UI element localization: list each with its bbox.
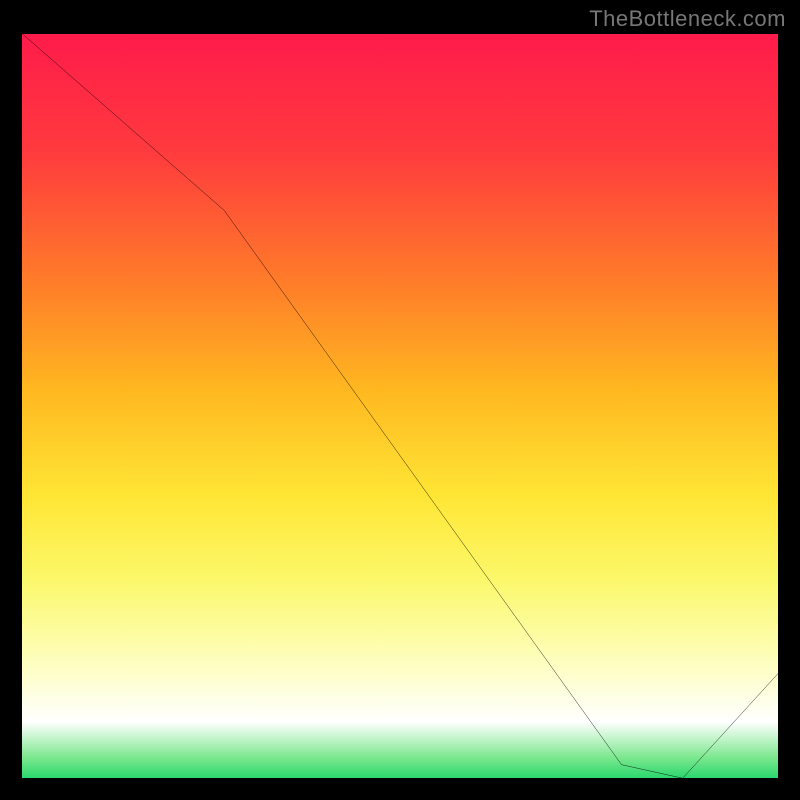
chart-stage: TheBottleneck.com (0, 0, 800, 800)
plot-area (18, 30, 782, 782)
bottleneck-curve-path (18, 30, 782, 778)
line-series-svg (18, 30, 782, 782)
watermark-text: TheBottleneck.com (589, 6, 786, 32)
